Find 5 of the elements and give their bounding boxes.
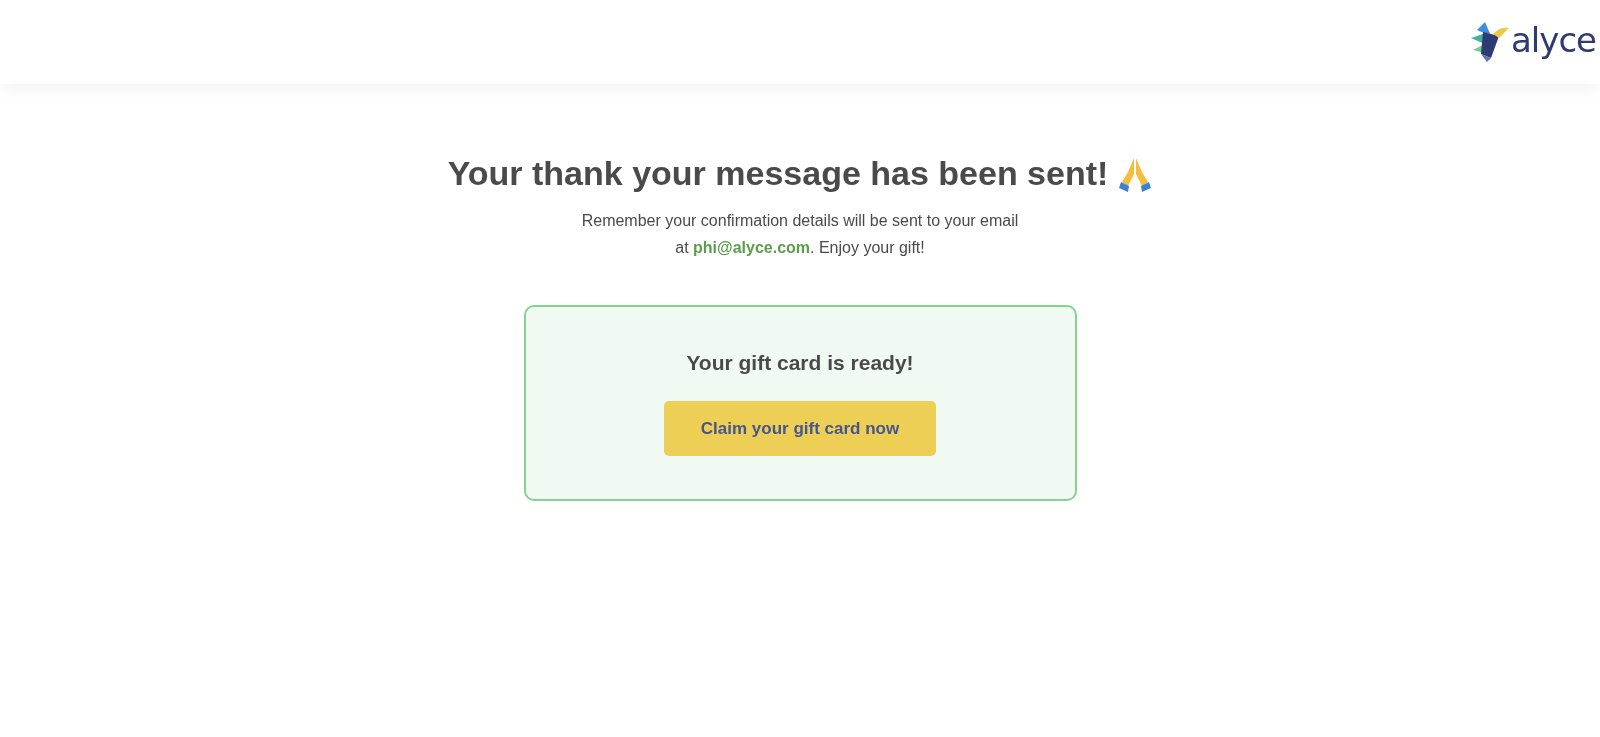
claim-gift-card-button[interactable]: Claim your gift card now — [664, 401, 936, 456]
gift-card-title: Your gift card is ready! — [686, 351, 914, 375]
confirmation-message: Remember your confirmation details will be sent to your email at phi@alyce.com. Enjoy your gift! — [580, 211, 1020, 258]
logo-text: alyce — [1511, 20, 1596, 60]
page-heading: Your thank your message has been sent! — [447, 154, 1109, 193]
